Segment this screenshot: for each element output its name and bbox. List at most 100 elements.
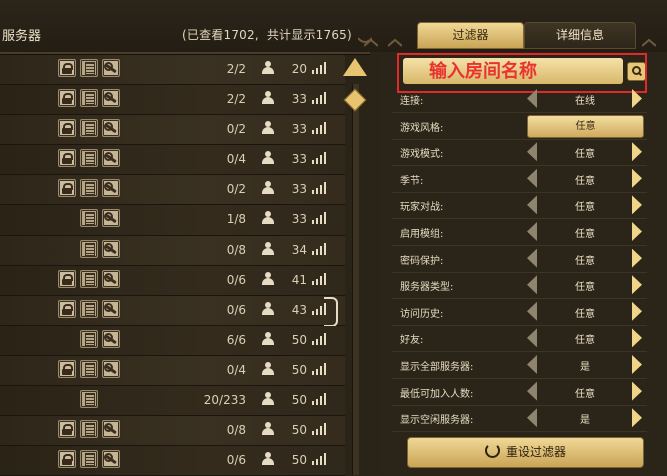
- person-icon: [262, 91, 274, 105]
- tab-detail[interactable]: 详细信息: [524, 22, 636, 49]
- arrow-left-icon[interactable]: [527, 301, 537, 321]
- filter-value: 任意: [575, 175, 595, 187]
- arrow-right-icon[interactable]: [632, 142, 642, 162]
- server-row[interactable]: 2/2 20: [0, 55, 345, 86]
- arrow-left-icon[interactable]: [527, 381, 537, 401]
- filter-value-button[interactable]: 任意: [527, 114, 644, 138]
- arrow-right-icon[interactable]: [632, 355, 642, 374]
- arrow-right-icon[interactable]: [632, 328, 642, 348]
- person-icon: [262, 422, 274, 436]
- player-count: 2/2: [226, 62, 246, 76]
- scroll-up-arrow-icon[interactable]: [343, 58, 367, 76]
- arrow-right-icon[interactable]: [632, 381, 642, 401]
- filter-row: 访问历史: 任意: [392, 299, 647, 326]
- document-icon: [80, 329, 98, 348]
- scrollbar-thumb[interactable]: [343, 88, 367, 112]
- server-row[interactable]: 0/6 50: [0, 446, 345, 476]
- server-row[interactable]: 0/2 33: [0, 175, 345, 206]
- filter-row: 服务器类型: 任意: [392, 272, 647, 300]
- server-row[interactable]: 2/2 33: [0, 85, 345, 116]
- wrench-icon: [102, 239, 120, 258]
- wrench-icon: [102, 359, 120, 378]
- arrow-left-icon[interactable]: [527, 222, 537, 241]
- tab-filter[interactable]: 过滤器: [417, 22, 524, 49]
- viewed-count: 1702: [223, 28, 255, 42]
- filter-row: 最低可加入人数: 任意: [392, 379, 647, 406]
- person-icon: [262, 121, 274, 135]
- filter-row: 密码保护: 任意: [392, 246, 647, 273]
- ornament-icon: [642, 38, 656, 47]
- server-row[interactable]: 0/4 33: [0, 145, 345, 176]
- arrow-left-icon[interactable]: [527, 248, 537, 268]
- days-count: 33: [291, 92, 307, 107]
- server-row[interactable]: 1/8 33: [0, 205, 345, 236]
- lock-icon: [58, 149, 76, 168]
- arrow-left-icon[interactable]: [527, 328, 537, 348]
- document-icon: [80, 179, 98, 198]
- selection-bracket: [324, 296, 338, 327]
- arrow-right-icon[interactable]: [632, 248, 642, 268]
- document-icon: [80, 450, 98, 469]
- arrow-right-icon[interactable]: [632, 275, 642, 295]
- filter-label: 游戏模式:: [400, 149, 444, 161]
- signal-icon: [312, 393, 326, 406]
- wrench-icon: [102, 119, 120, 138]
- server-row[interactable]: 0/8 50: [0, 416, 345, 447]
- arrow-left-icon[interactable]: [527, 142, 537, 162]
- filter-value: 任意: [575, 229, 595, 240]
- scrollbar-track[interactable]: [352, 84, 359, 475]
- lock-icon: [58, 450, 76, 469]
- filter-value: 任意: [575, 282, 595, 294]
- person-icon: [262, 452, 274, 466]
- filter-label: 显示全部服务器:: [400, 362, 474, 373]
- filter-label: 访问历史:: [400, 308, 444, 320]
- signal-icon: [312, 272, 326, 285]
- person-icon: [262, 151, 274, 165]
- filter-value: 任意: [575, 308, 595, 320]
- arrow-right-icon[interactable]: [632, 301, 642, 321]
- arrow-right-icon[interactable]: [632, 195, 642, 215]
- lock-icon: [58, 89, 76, 108]
- player-count: 0/4: [226, 152, 246, 167]
- days-count: 50: [291, 453, 307, 468]
- days-count: 33: [291, 212, 307, 227]
- arrow-left-icon[interactable]: [527, 89, 537, 108]
- arrow-left-icon[interactable]: [527, 195, 537, 215]
- server-row[interactable]: 0/6 41: [0, 265, 345, 296]
- server-row[interactable]: 6/6 50: [0, 325, 345, 356]
- server-row[interactable]: 0/6 43: [0, 295, 345, 327]
- server-row[interactable]: 0/8 34: [0, 235, 345, 266]
- filter-row: 显示全部服务器: 是: [392, 352, 647, 379]
- arrow-left-icon[interactable]: [527, 275, 537, 295]
- server-row[interactable]: 0/4 50: [0, 355, 345, 387]
- wrench-icon: [102, 59, 120, 77]
- wrench-icon: [102, 179, 120, 198]
- arrow-left-icon[interactable]: [527, 355, 537, 374]
- arrow-right-icon[interactable]: [632, 408, 642, 428]
- signal-icon: [312, 92, 326, 105]
- document-icon: [80, 119, 98, 138]
- server-row[interactable]: 20/233 50: [0, 386, 345, 417]
- document-icon: [80, 209, 98, 228]
- filter-value: 任意: [575, 202, 595, 214]
- person-icon: [262, 301, 274, 315]
- reset-filters-button[interactable]: 重设过滤器: [407, 437, 644, 468]
- lock-icon: [58, 119, 76, 138]
- filter-label: 显示空闲服务器:: [400, 415, 474, 427]
- arrow-left-icon[interactable]: [527, 408, 537, 428]
- arrow-left-icon[interactable]: [527, 168, 537, 188]
- server-row[interactable]: 0/2 33: [0, 115, 345, 146]
- arrow-right-icon[interactable]: [632, 89, 642, 108]
- wrench-icon: [102, 269, 120, 288]
- days-count: 50: [291, 332, 307, 347]
- player-count: 0/6: [226, 453, 246, 468]
- document-icon: [80, 59, 98, 77]
- days-count: 33: [291, 122, 307, 137]
- arrow-right-icon[interactable]: [632, 222, 642, 241]
- document-icon: [80, 89, 98, 108]
- arrow-right-icon[interactable]: [632, 168, 642, 188]
- filter-value: 在线: [575, 96, 595, 107]
- days-count: 20: [291, 62, 307, 76]
- filter-row: 季节: 任意: [392, 166, 647, 193]
- wrench-icon: [102, 209, 120, 228]
